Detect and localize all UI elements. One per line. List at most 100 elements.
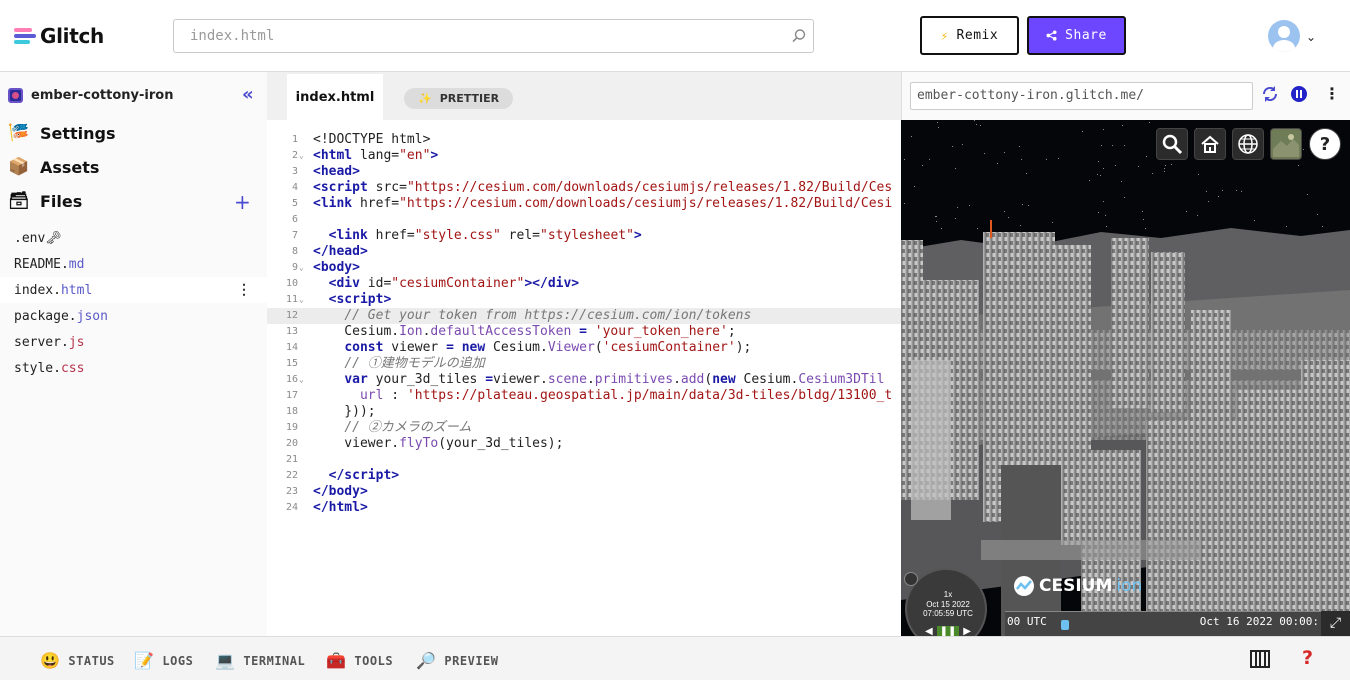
prettier-button[interactable]: ✨ PRETTIER xyxy=(404,88,514,109)
share-icon xyxy=(1046,30,1057,41)
more-options-icon[interactable]: ⋮ xyxy=(237,282,251,298)
code-line[interactable]: 9 ⌄ <body> xyxy=(267,260,901,276)
footer-label: LOGS xyxy=(162,653,194,668)
keyboard-shortcuts-icon[interactable] xyxy=(1250,650,1270,668)
globe-icon[interactable] xyxy=(1232,128,1264,160)
user-avatar[interactable] xyxy=(1268,20,1300,52)
glitch-logo[interactable]: Glitch xyxy=(14,24,104,48)
footer-tools-button[interactable]: 🧰 TOOLS xyxy=(326,651,393,670)
tab-index-html[interactable]: index.html xyxy=(287,74,383,120)
timeline[interactable]: 00 UTC Oct 16 2022 00:00: xyxy=(1005,611,1321,636)
star-dot xyxy=(1317,214,1318,215)
help-question-icon[interactable]: ? xyxy=(1302,647,1313,669)
sidebar-item-settings[interactable]: 🎏 Settings xyxy=(8,122,115,144)
home-icon[interactable] xyxy=(1194,128,1226,160)
code-line[interactable]: 20 viewer.flyTo(your_3d_tiles); xyxy=(267,436,901,452)
play-icon[interactable]: ▶ xyxy=(963,626,971,637)
search-icon[interactable] xyxy=(791,28,807,44)
project-name[interactable]: ember-cottony-iron xyxy=(8,88,173,103)
preview-url-field[interactable]: ember-cottony-iron.glitch.me/ xyxy=(910,82,1253,110)
star-dot xyxy=(1145,228,1146,229)
file-item-env[interactable]: .env 🗝 xyxy=(0,225,267,251)
file-item-readme[interactable]: README. md xyxy=(0,251,267,277)
remix-button[interactable]: ⚡ Remix xyxy=(920,16,1019,55)
cesium-ion-logo[interactable]: CESIUM ion xyxy=(1013,575,1142,597)
code-line[interactable]: 12 // Get your token from https://cesium… xyxy=(267,308,901,324)
line-number: 19 xyxy=(285,422,298,433)
refresh-icon[interactable] xyxy=(1260,84,1280,104)
pause-animation-icon[interactable]: ❚❚ xyxy=(936,625,960,636)
star-dot xyxy=(1089,180,1090,181)
footer-logs-button[interactable]: 📝 LOGS xyxy=(134,651,193,670)
code-text: // ①建物モデルの追加 xyxy=(344,356,485,371)
star-dot xyxy=(1171,164,1172,165)
project-name-label: ember-cottony-iron xyxy=(31,88,174,103)
sidebar-item-assets[interactable]: 📦 Assets xyxy=(8,156,99,178)
code-line[interactable]: 15 // ①建物モデルの追加 xyxy=(267,356,901,372)
star-dot xyxy=(1124,145,1125,146)
code-line[interactable]: 17 url : 'https://plateau.geospatial.jp/… xyxy=(267,388,901,404)
footer-status-button[interactable]: 😃 STATUS xyxy=(40,651,115,670)
collapse-sidebar-icon[interactable]: « xyxy=(242,84,254,105)
code-line[interactable]: 2 ⌄ <html lang="en"> xyxy=(267,148,901,164)
project-avatar-icon xyxy=(8,88,23,103)
lightning-icon: ⚡ xyxy=(940,28,949,43)
footer-label: TERMINAL xyxy=(243,653,306,668)
fold-arrow-icon[interactable]: ⌄ xyxy=(299,292,304,308)
fold-arrow-icon[interactable]: ⌄ xyxy=(299,372,304,388)
code-line[interactable]: 21 xyxy=(267,452,901,468)
code-line[interactable]: 18 })); xyxy=(267,404,901,420)
cesium-preview[interactable]: ? CESIUM ion 1x Oct 15 2022 07:05:59 UTC… xyxy=(901,120,1350,636)
code-text: <script src="https://cesium.com/download… xyxy=(313,180,893,195)
code-line[interactable]: 22 </script> xyxy=(267,468,901,484)
code-line[interactable]: 7 <link href="style.css" rel="stylesheet… xyxy=(267,228,901,244)
fullscreen-icon[interactable]: ⤢ xyxy=(1321,611,1350,636)
file-item-server[interactable]: server. js xyxy=(0,329,267,355)
base-layer-picker-icon[interactable] xyxy=(1270,128,1302,160)
code-line[interactable]: 11 ⌄ <script> xyxy=(267,292,901,308)
code-line[interactable]: 19 // ②カメラのズーム xyxy=(267,420,901,436)
file-item-package[interactable]: package. json xyxy=(0,303,267,329)
code-line[interactable]: 4 <script src="https://cesium.com/downloa… xyxy=(267,180,901,196)
share-button[interactable]: Share xyxy=(1027,16,1126,55)
code-line[interactable]: 24 </html> xyxy=(267,500,901,516)
geocoder-search-icon[interactable] xyxy=(1156,128,1188,160)
code-line[interactable]: 1 <!DOCTYPE html> xyxy=(267,132,901,148)
timeline-needle[interactable] xyxy=(1061,620,1069,630)
file-item-style[interactable]: style. css xyxy=(0,355,267,381)
sidebar-item-files[interactable]: 🗃 Files xyxy=(8,190,82,212)
code-line[interactable]: 6 xyxy=(267,212,901,228)
code-line[interactable]: 13 Cesium.Ion.defaultAccessToken = 'your… xyxy=(267,324,901,340)
code-text: <script> xyxy=(328,292,392,307)
star-dot xyxy=(1019,146,1020,147)
city-3d-view[interactable] xyxy=(901,120,1350,636)
preview-menu-icon[interactable]: ⋮ xyxy=(1324,84,1340,103)
code-line[interactable]: 10 <div id="cesiumContainer"></div> xyxy=(267,276,901,292)
code-line[interactable]: 23 </body> xyxy=(267,484,901,500)
star-dot xyxy=(1298,165,1299,166)
rewind-icon[interactable]: ◀ xyxy=(925,626,933,637)
star-dot xyxy=(1105,215,1106,216)
line-number: 14 xyxy=(285,342,298,353)
toolbox-icon: 🧰 xyxy=(326,651,347,670)
code-line[interactable]: 5 <link href="https://cesium.com/download… xyxy=(267,196,901,212)
code-line[interactable]: 3 <head> xyxy=(267,164,901,180)
add-file-icon[interactable]: + xyxy=(234,190,251,214)
line-number: 17 xyxy=(285,390,298,401)
star-dot xyxy=(1206,191,1207,192)
code-line[interactable]: 8 </head> xyxy=(267,244,901,260)
clock-mode-icon[interactable] xyxy=(904,572,918,586)
footer-terminal-button[interactable]: 💻 TERMINAL xyxy=(215,651,305,670)
code-line[interactable]: 16 ⌄ var your_3d_tiles =viewer.scene.prim… xyxy=(267,372,901,388)
fold-arrow-icon[interactable]: ⌄ xyxy=(299,148,304,164)
search-input[interactable] xyxy=(174,20,774,52)
file-item-index[interactable]: index. html ⋮ xyxy=(0,277,267,303)
chevron-down-icon[interactable]: ⌄ xyxy=(1306,30,1316,44)
star-dot xyxy=(969,205,970,206)
fold-arrow-icon[interactable]: ⌄ xyxy=(299,260,304,276)
pause-icon[interactable] xyxy=(1289,84,1309,104)
code-line[interactable]: 14 const viewer = new Cesium.Viewer('ces… xyxy=(267,340,901,356)
footer-preview-button[interactable]: 🔎 PREVIEW xyxy=(416,651,499,670)
code-editor[interactable]: 1 <!DOCTYPE html> 2 ⌄ <html lang="en"> 3 <head… xyxy=(267,120,901,636)
help-icon[interactable]: ? xyxy=(1309,128,1341,160)
